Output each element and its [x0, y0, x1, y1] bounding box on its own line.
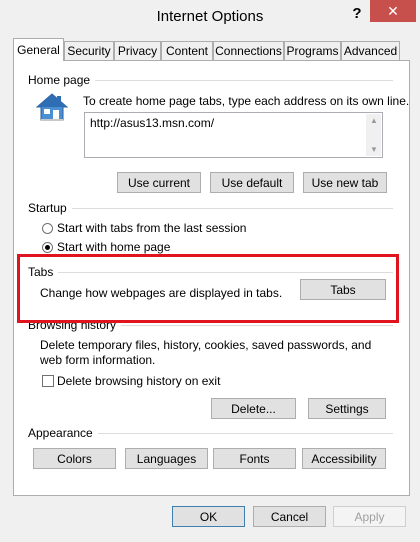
start-with-last-session-radio[interactable] — [42, 223, 53, 234]
accessibility-button[interactable]: Accessibility — [302, 448, 386, 469]
colors-button[interactable]: Colors — [33, 448, 116, 469]
appearance-label: Appearance — [28, 426, 98, 440]
home-page-label: Home page — [28, 73, 96, 87]
delete-history-on-exit-checkbox[interactable] — [42, 375, 54, 387]
home-page-url-value: http://asus13.msn.com/ — [90, 116, 215, 130]
tab-privacy[interactable]: Privacy — [114, 41, 161, 60]
start-with-home-page-radio[interactable] — [42, 242, 53, 253]
tabs-description: Change how webpages are displayed in tab… — [40, 286, 283, 300]
start-with-last-session-label: Start with tabs from the last session — [57, 221, 247, 235]
url-field-scrollbar[interactable]: ▲ ▼ — [366, 114, 381, 156]
help-icon[interactable]: ? — [348, 5, 366, 23]
ok-button[interactable]: OK — [172, 506, 245, 527]
tab-general[interactable]: General — [13, 38, 64, 61]
scroll-up-icon[interactable]: ▲ — [370, 116, 378, 125]
tab-advanced[interactable]: Advanced — [341, 41, 400, 60]
tab-content[interactable]: Content — [161, 41, 213, 60]
scroll-down-icon[interactable]: ▼ — [370, 145, 378, 154]
home-page-description: To create home page tabs, type each addr… — [83, 94, 410, 108]
tabs-settings-button[interactable]: Tabs — [300, 279, 386, 300]
close-button[interactable]: ✕ — [370, 0, 416, 22]
cancel-button[interactable]: Cancel — [253, 506, 326, 527]
use-current-button[interactable]: Use current — [117, 172, 201, 193]
title-bar: Internet Options ? ✕ — [0, 0, 420, 32]
tabs-divider — [28, 272, 393, 273]
tabs-section-label: Tabs — [28, 265, 59, 279]
history-settings-button[interactable]: Settings — [308, 398, 386, 419]
delete-history-on-exit-label: Delete browsing history on exit — [57, 374, 221, 388]
use-new-tab-button[interactable]: Use new tab — [303, 172, 387, 193]
startup-divider — [28, 208, 393, 209]
delete-history-button[interactable]: Delete... — [211, 398, 296, 419]
tab-programs[interactable]: Programs — [284, 41, 341, 60]
use-default-button[interactable]: Use default — [210, 172, 294, 193]
start-with-home-page-label: Start with home page — [57, 240, 171, 254]
startup-label: Startup — [28, 201, 72, 215]
radio-selected-dot — [45, 245, 50, 250]
general-tab-panel: Home page To create home page tabs, type… — [13, 60, 410, 496]
tab-security[interactable]: Security — [64, 41, 114, 60]
languages-button[interactable]: Languages — [125, 448, 208, 469]
house-icon — [34, 92, 70, 124]
fonts-button[interactable]: Fonts — [213, 448, 296, 469]
browsing-history-description: Delete temporary files, history, cookies… — [40, 338, 372, 367]
tab-connections[interactable]: Connections — [213, 41, 284, 60]
apply-button[interactable]: Apply — [333, 506, 406, 527]
home-page-url-field[interactable]: http://asus13.msn.com/ ▲ ▼ — [84, 112, 383, 158]
browsing-history-label: Browsing history — [28, 318, 122, 332]
